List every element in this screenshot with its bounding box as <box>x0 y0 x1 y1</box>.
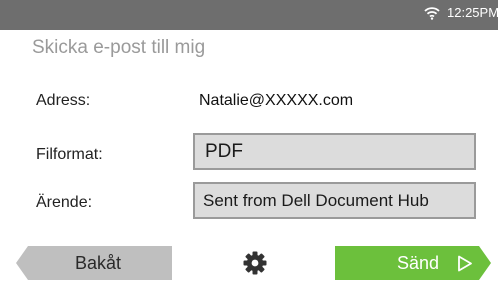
back-button-label: Bakåt <box>74 252 122 273</box>
file-format-field[interactable]: PDF <box>193 133 476 170</box>
back-button[interactable]: Bakåt <box>16 246 172 280</box>
subject-value: Sent from Dell Document Hub <box>203 190 429 210</box>
address-label: Adress: <box>36 92 91 109</box>
file-format-value: PDF <box>205 140 243 162</box>
page-title: Skicka e-post till mig <box>32 37 206 58</box>
play-arrow-icon <box>457 255 473 272</box>
status-bar: 12:25PM <box>0 0 498 30</box>
send-button[interactable]: Sänd <box>335 246 491 280</box>
gear-icon[interactable] <box>243 251 267 275</box>
send-button-label: Sänd <box>397 253 440 273</box>
file-format-label: Filformat: <box>36 146 103 163</box>
subject-field[interactable]: Sent from Dell Document Hub <box>193 182 476 219</box>
address-value: Natalie@XXXXX.com <box>199 92 354 109</box>
status-time: 12:25PM <box>447 5 498 20</box>
wifi-icon <box>424 7 440 20</box>
subject-label: Ärende: <box>36 194 93 211</box>
